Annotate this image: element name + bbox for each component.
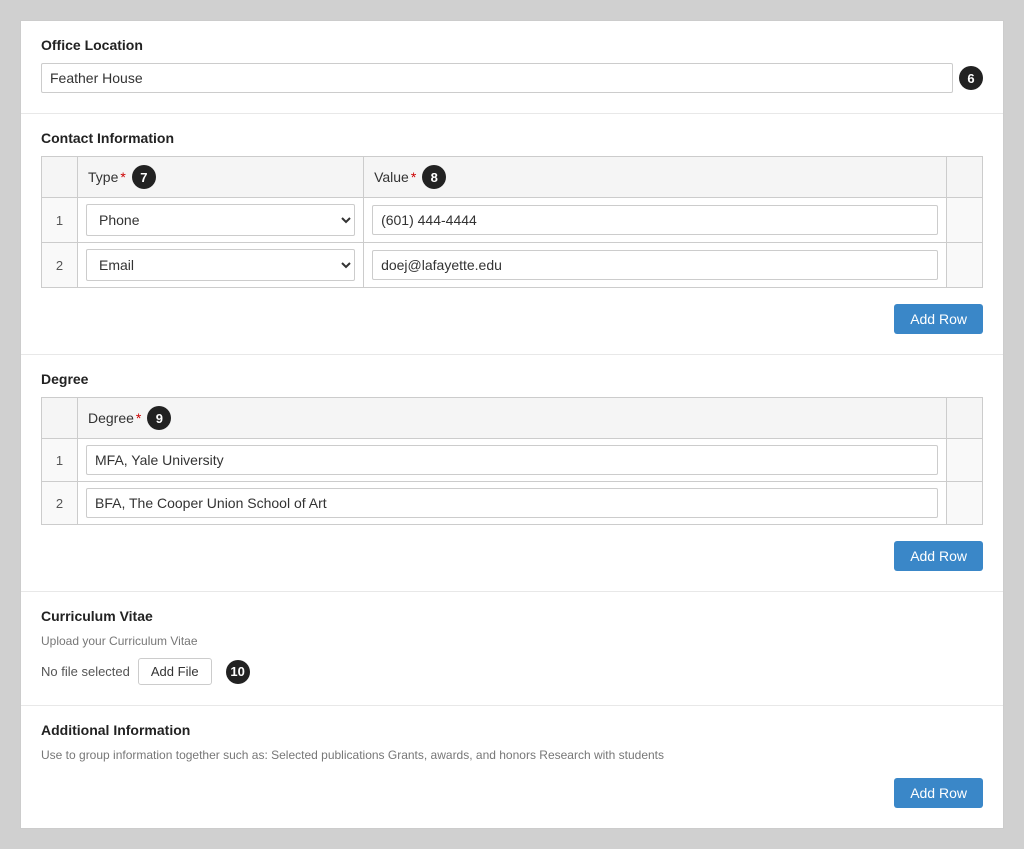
badge-10: 10 (226, 660, 250, 684)
degree-action-cell (947, 482, 983, 525)
badge-7: 7 (132, 165, 156, 189)
degree-value-input[interactable] (86, 445, 938, 475)
cv-file-row: No file selected Add File 10 (41, 658, 983, 685)
contact-table: Type * 7 Value * 8 (41, 156, 983, 288)
degree-value-input[interactable] (86, 488, 938, 518)
office-location-section: Office Location 6 (21, 21, 1003, 114)
contact-row-num-header (42, 157, 78, 198)
badge-6: 6 (959, 66, 983, 90)
badge-8: 8 (422, 165, 446, 189)
contact-information-section: Contact Information Type * 7 Value (21, 114, 1003, 355)
type-required: * (120, 169, 125, 185)
degree-value-cell (78, 482, 947, 525)
value-required: * (411, 169, 416, 185)
degree-action-cell (947, 439, 983, 482)
cv-add-file-button[interactable]: Add File (138, 658, 212, 685)
contact-action-cell (947, 198, 983, 243)
contact-value-header: Value * 8 (364, 157, 947, 198)
additional-info-subtitle: Use to group information together such a… (41, 748, 983, 762)
cv-no-file-text: No file selected (41, 664, 130, 679)
contact-type-select[interactable]: PhoneEmailFaxWebsiteOther (86, 204, 355, 236)
contact-action-header (947, 157, 983, 198)
degree-value-cell (78, 439, 947, 482)
degree-section: Degree Degree * 9 12 (21, 355, 1003, 592)
degree-row-number: 1 (42, 439, 78, 482)
additional-info-section: Additional Information Use to group info… (21, 706, 1003, 828)
contact-value-input[interactable] (372, 250, 938, 280)
contact-row: 1PhoneEmailFaxWebsiteOther (42, 198, 983, 243)
degree-row: 2 (42, 482, 983, 525)
cv-subtitle: Upload your Curriculum Vitae (41, 634, 983, 648)
contact-type-header: Type * 7 (78, 157, 364, 198)
additional-add-row-container: Add Row (41, 772, 983, 808)
contact-add-row-button[interactable]: Add Row (894, 304, 983, 334)
office-location-input[interactable] (41, 63, 953, 93)
contact-type-cell: PhoneEmailFaxWebsiteOther (78, 198, 364, 243)
degree-required: * (136, 410, 141, 426)
contact-row-number: 1 (42, 198, 78, 243)
degree-row-number: 2 (42, 482, 78, 525)
degree-row: 1 (42, 439, 983, 482)
additional-info-label: Additional Information (41, 722, 983, 738)
degree-add-row-button[interactable]: Add Row (894, 541, 983, 571)
contact-value-input[interactable] (372, 205, 938, 235)
contact-row-number: 2 (42, 243, 78, 288)
main-container: Office Location 6 Contact Information Ty… (20, 20, 1004, 829)
degree-add-row-container: Add Row (41, 535, 983, 571)
office-location-label: Office Location (41, 37, 983, 53)
contact-information-label: Contact Information (41, 130, 983, 146)
contact-row: 2PhoneEmailFaxWebsiteOther (42, 243, 983, 288)
contact-type-cell: PhoneEmailFaxWebsiteOther (78, 243, 364, 288)
badge-9: 9 (147, 406, 171, 430)
degree-section-label: Degree (41, 371, 983, 387)
contact-value-cell (364, 243, 947, 288)
additional-add-row-button[interactable]: Add Row (894, 778, 983, 808)
cv-section: Curriculum Vitae Upload your Curriculum … (21, 592, 1003, 706)
contact-action-cell (947, 243, 983, 288)
degree-table: Degree * 9 12 (41, 397, 983, 525)
degree-action-header (947, 398, 983, 439)
degree-column-header: Degree * 9 (78, 398, 947, 439)
degree-row-num-header (42, 398, 78, 439)
contact-add-row-container: Add Row (41, 298, 983, 334)
cv-label: Curriculum Vitae (41, 608, 983, 624)
contact-type-select[interactable]: PhoneEmailFaxWebsiteOther (86, 249, 355, 281)
contact-value-cell (364, 198, 947, 243)
